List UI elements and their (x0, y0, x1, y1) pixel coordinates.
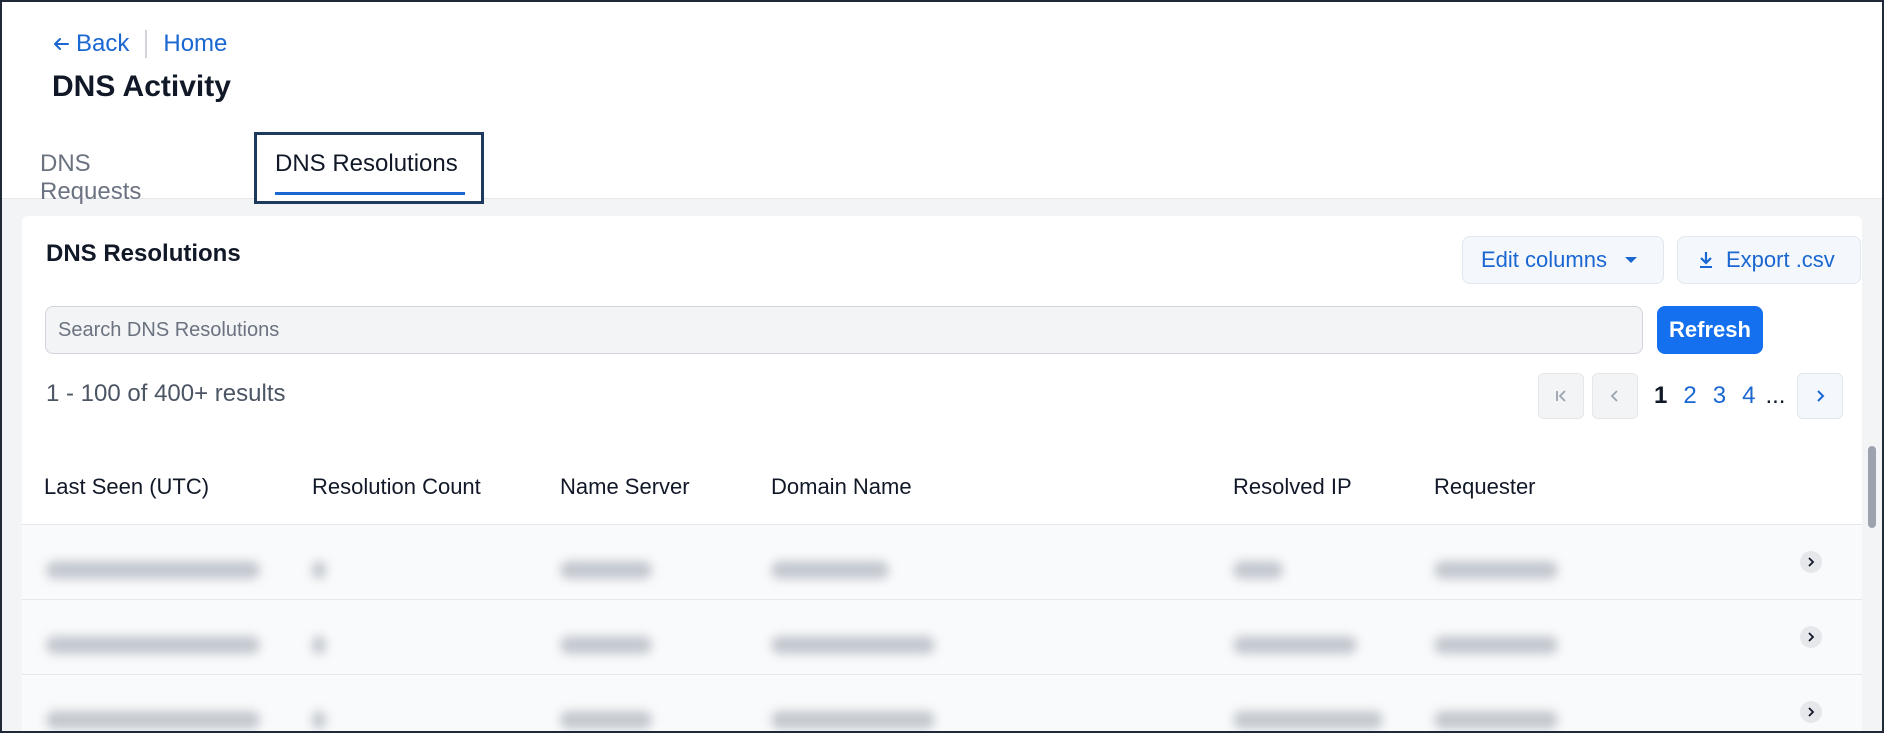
chevron-left-icon (1610, 390, 1618, 402)
back-link[interactable]: Back (52, 30, 129, 58)
home-link[interactable]: Home (163, 30, 227, 58)
row-expand-button[interactable] (1800, 701, 1822, 723)
page-4[interactable]: 4 (1742, 382, 1755, 410)
blurred-cell (560, 636, 652, 654)
blurred-cell (1233, 561, 1283, 579)
blurred-cell (560, 561, 652, 579)
first-page-icon (1556, 390, 1566, 402)
vertical-scrollbar[interactable] (1868, 446, 1876, 528)
chevron-right-icon (1808, 632, 1815, 642)
blurred-cell (1434, 711, 1558, 729)
page-title: DNS Activity (52, 70, 231, 103)
column-header-domain-name[interactable]: Domain Name (771, 474, 912, 500)
blurred-cell (771, 636, 935, 654)
chevron-right-icon (1817, 390, 1825, 402)
page-1[interactable]: 1 (1654, 382, 1667, 410)
caret-down-icon (1624, 257, 1637, 263)
breadcrumb-divider (145, 30, 148, 58)
table-header: Last Seen (UTC) Resolution Count Name Se… (22, 452, 1862, 525)
blurred-cell (46, 636, 260, 654)
blurred-cell (312, 711, 326, 729)
blurred-cell (312, 561, 326, 579)
page-3[interactable]: 3 (1713, 382, 1726, 410)
page-2[interactable]: 2 (1683, 382, 1696, 410)
column-header-name-server[interactable]: Name Server (560, 474, 690, 500)
column-header-resolved-ip[interactable]: Resolved IP (1233, 474, 1352, 500)
blurred-cell (46, 561, 260, 579)
blurred-cell (312, 636, 326, 654)
app-frame: Back Home DNS Activity DNS Requests DNS … (0, 0, 1884, 733)
chevron-right-icon (1808, 707, 1815, 717)
back-label: Back (76, 30, 130, 57)
arrow-left-icon (54, 38, 69, 50)
table-row[interactable] (22, 675, 1862, 731)
edit-columns-button[interactable]: Edit columns (1462, 236, 1664, 284)
tab-dns-resolutions-highlight: DNS Resolutions (254, 132, 484, 204)
page-ellipsis: ... (1765, 382, 1786, 409)
edit-columns-label: Edit columns (1481, 247, 1607, 272)
page-header: Back Home DNS Activity DNS Requests DNS … (2, 2, 1882, 205)
column-header-last-seen[interactable]: Last Seen (UTC) (44, 474, 209, 500)
tab-dns-requests[interactable]: DNS Requests (40, 150, 141, 206)
row-expand-button[interactable] (1800, 551, 1822, 573)
results-count: 1 - 100 of 400+ results (46, 380, 286, 407)
column-header-requester[interactable]: Requester (1434, 474, 1536, 500)
search-input[interactable] (45, 306, 1643, 354)
blurred-cell (46, 711, 260, 729)
blurred-cell (1434, 636, 1558, 654)
column-header-resolution-count[interactable]: Resolution Count (312, 474, 481, 500)
blurred-cell (1233, 711, 1383, 729)
pagination: 1 2 3 4 ... (1538, 372, 1844, 420)
download-icon (1700, 252, 1712, 268)
export-csv-label: Export .csv (1726, 247, 1835, 272)
resolutions-table: Last Seen (UTC) Resolution Count Name Se… (22, 452, 1862, 731)
table-row[interactable] (22, 525, 1862, 600)
refresh-button[interactable]: Refresh (1657, 306, 1763, 354)
tab-dns-resolutions[interactable]: DNS Resolutions (275, 150, 458, 178)
panel-title: DNS Resolutions (46, 240, 241, 267)
chevron-right-icon (1808, 557, 1815, 567)
row-expand-button[interactable] (1800, 626, 1822, 648)
next-page-button[interactable] (1797, 373, 1844, 419)
export-csv-button[interactable]: Export .csv (1677, 236, 1861, 284)
breadcrumb: Back Home (52, 30, 227, 58)
blurred-cell (771, 711, 935, 729)
blurred-cell (1233, 636, 1357, 654)
blurred-cell (560, 711, 652, 729)
blurred-cell (1434, 561, 1558, 579)
first-page-button[interactable] (1538, 373, 1584, 419)
prev-page-button[interactable] (1592, 373, 1638, 419)
blurred-cell (771, 561, 889, 579)
active-tab-indicator (275, 192, 465, 195)
resolutions-panel: DNS Resolutions Edit columns Export .csv… (22, 216, 1862, 731)
table-row[interactable] (22, 600, 1862, 675)
